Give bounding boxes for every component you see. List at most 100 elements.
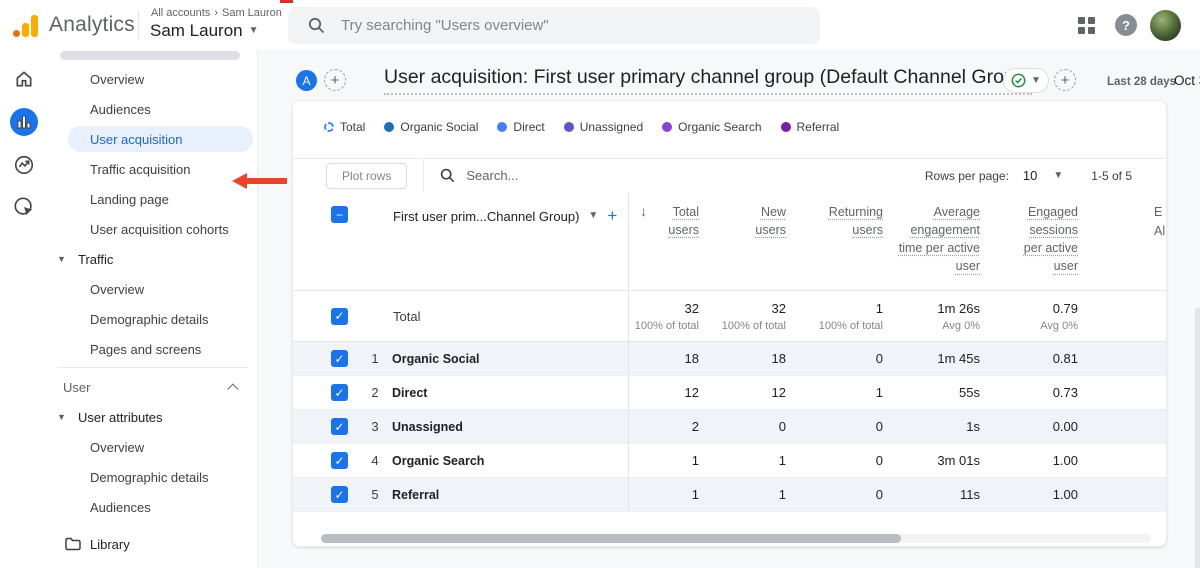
table-row[interactable]: ✓ 2 Direct 12 12 1 55s 0.73	[293, 376, 1167, 410]
nav-group-user-attributes[interactable]: ▼ User attributes	[48, 402, 257, 432]
metric-cell: 11s	[883, 487, 980, 502]
report-card: Total Organic Social Direct Unassigned O…	[292, 100, 1167, 547]
row-checkbox[interactable]: ✓	[331, 418, 348, 435]
legend-item-unassigned[interactable]: Unassigned	[564, 120, 643, 134]
table-search-input[interactable]	[466, 168, 626, 183]
table-row[interactable]: ✓ 3 Unassigned 2 0 0 1s 0.00	[293, 410, 1167, 444]
red-marker	[280, 0, 293, 3]
nav-item-user-audiences[interactable]: Audiences	[48, 492, 257, 522]
plot-rows-button[interactable]: Plot rows	[326, 163, 407, 189]
nav-item-user-attributes-overview[interactable]: Overview	[48, 432, 257, 462]
nav-item-overview[interactable]: Overview	[48, 64, 257, 94]
scrolled-item-artifact	[60, 51, 240, 60]
date-range-label[interactable]: Last 28 days	[1107, 76, 1176, 88]
global-search-input[interactable]	[341, 17, 781, 34]
legend-dot	[564, 122, 574, 132]
table-header-row: − First user prim...Channel Group) ▼ + ↓…	[293, 193, 1167, 291]
nav-item-traffic-acquisition[interactable]: Traffic acquisition	[48, 154, 257, 184]
report-status-dropdown[interactable]: ▼	[1003, 68, 1049, 93]
toolbar-divider	[423, 159, 424, 192]
column-header-new-users[interactable]: New users	[699, 203, 786, 239]
account-switcher[interactable]: Sam Lauron ▼	[150, 21, 259, 41]
horizontal-scrollbar-thumb[interactable]	[321, 534, 901, 543]
metric-cell: 1	[786, 385, 883, 400]
check-icon: ✓	[334, 455, 344, 467]
global-search[interactable]	[288, 7, 820, 44]
metric-cell: 12	[699, 385, 786, 400]
check-icon: ✓	[334, 387, 344, 399]
nav-item-user-acquisition[interactable]: User acquisition	[48, 124, 257, 154]
table-totals-row: ✓ Total 32100% of total 32100% of total …	[293, 291, 1167, 342]
legend-item-organic-social[interactable]: Organic Social	[384, 120, 478, 134]
report-avatar-badge[interactable]: A	[296, 70, 317, 91]
row-dimension-value: Organic Social	[392, 352, 480, 366]
select-all-checkbox[interactable]: −	[331, 206, 348, 223]
row-checkbox[interactable]: ✓	[331, 384, 348, 401]
sort-descending-icon[interactable]: ↓	[640, 203, 647, 219]
nav-item-traffic-overview[interactable]: Overview	[48, 274, 257, 304]
check-circle-icon	[1011, 73, 1026, 88]
left-icon-rail	[0, 50, 48, 568]
dimension-header-dropdown[interactable]: First user prim...Channel Group) ▼ +	[393, 206, 617, 226]
metric-cell: 55s	[883, 385, 980, 400]
explore-icon[interactable]	[11, 152, 37, 178]
nav-group-traffic[interactable]: ▼ Traffic	[48, 244, 257, 274]
nav-section-user[interactable]: User	[48, 372, 257, 402]
nav-item-pages-and-screens[interactable]: Pages and screens	[48, 334, 257, 364]
triangle-down-icon: ▼	[57, 254, 66, 264]
table-row[interactable]: ✓ 5 Referral 1 1 0 11s 1.00	[293, 478, 1167, 512]
metric-cell: 1m 45s	[883, 351, 980, 366]
chevron-down-icon: ▼	[1031, 76, 1041, 86]
nav-item-landing-page[interactable]: Landing page	[48, 184, 257, 214]
date-range-value[interactable]: Oct 3	[1174, 73, 1200, 88]
nav-item-library[interactable]: Library	[48, 529, 257, 559]
add-dimension-button[interactable]: +	[607, 206, 617, 226]
chevron-down-icon[interactable]: ▼	[1053, 171, 1063, 181]
metric-cell: 1	[699, 487, 786, 502]
nav-item-user-acquisition-cohorts[interactable]: User acquisition cohorts	[48, 214, 257, 244]
breadcrumb-current[interactable]: Sam Lauron	[222, 7, 282, 19]
add-comparison-button[interactable]: +	[324, 69, 346, 91]
chevron-down-icon: ▼	[249, 26, 259, 36]
nav-item-audiences[interactable]: Audiences	[48, 94, 257, 124]
vertical-scrollbar[interactable]	[1195, 308, 1200, 568]
row-dimension-value: Referral	[392, 488, 439, 502]
breadcrumb[interactable]: All accounts › Sam Lauron	[151, 7, 282, 19]
column-header-returning-users[interactable]: Returning users	[786, 203, 883, 239]
user-avatar[interactable]	[1150, 10, 1181, 41]
table-row[interactable]: ✓ 1 Organic Social 18 18 0 1m 45s 0.81	[293, 342, 1167, 376]
report-workspace: A + User acquisition: First user primary…	[258, 50, 1200, 568]
legend-dot	[324, 122, 334, 132]
row-dimension-value: Unassigned	[392, 420, 463, 434]
horizontal-scrollbar[interactable]	[321, 534, 1151, 543]
home-icon[interactable]	[11, 66, 37, 92]
chevron-up-icon	[227, 383, 238, 394]
table-row[interactable]: ✓ 4 Organic Search 1 1 0 3m 01s 1.00	[293, 444, 1167, 478]
table-toolbar: Plot rows Rows per page: 10 ▼ 1-5 of 5	[293, 159, 1166, 192]
row-checkbox[interactable]: ✓	[331, 486, 348, 503]
help-icon[interactable]: ?	[1115, 14, 1137, 36]
metric-cell: 0	[786, 453, 883, 468]
column-header-avg-engagement-time[interactable]: Average engagement time per active user	[883, 203, 980, 276]
rows-per-page-select[interactable]: 10	[1023, 168, 1037, 183]
chart-legend: Total Organic Social Direct Unassigned O…	[324, 120, 839, 134]
column-header-engaged-sessions[interactable]: Engaged sessions per active user	[980, 203, 1078, 276]
advertising-icon[interactable]	[11, 194, 37, 220]
nav-item-user-demographic-details[interactable]: Demographic details	[48, 462, 257, 492]
add-report-button[interactable]: +	[1054, 69, 1076, 91]
table-search[interactable]	[440, 168, 626, 183]
apps-grid-icon[interactable]	[1078, 17, 1095, 34]
nav-item-demographic-details[interactable]: Demographic details	[48, 304, 257, 334]
legend-item-organic-search[interactable]: Organic Search	[662, 120, 761, 134]
totals-cell: 0.79Avg 0%	[980, 301, 1078, 332]
row-checkbox[interactable]: ✓	[331, 452, 348, 469]
reports-icon[interactable]	[10, 108, 38, 136]
legend-item-referral[interactable]: Referral	[781, 120, 840, 134]
breadcrumb-root[interactable]: All accounts	[151, 7, 210, 19]
totals-cell: 32100% of total	[629, 301, 699, 332]
row-checkbox[interactable]: ✓	[331, 350, 348, 367]
legend-item-total[interactable]: Total	[324, 120, 365, 134]
report-nav: Overview Audiences User acquisition Traf…	[48, 50, 258, 568]
row-checkbox[interactable]: ✓	[331, 308, 348, 325]
legend-item-direct[interactable]: Direct	[497, 120, 544, 134]
